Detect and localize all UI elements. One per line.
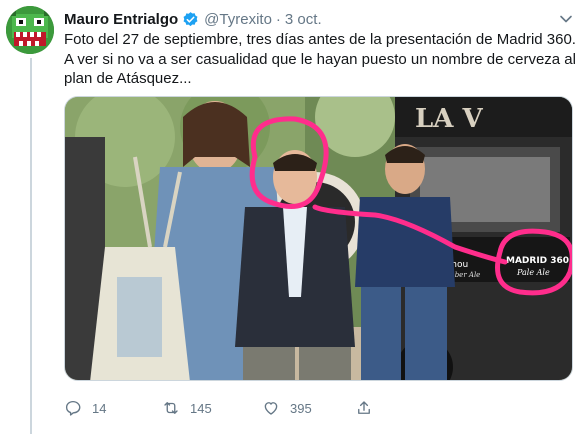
truck-label-text: MADRID 360 xyxy=(506,256,569,266)
truck-banner-text: LA V xyxy=(415,104,484,134)
share-button[interactable] xyxy=(355,399,373,417)
like-button[interactable]: 395 xyxy=(262,399,355,417)
photo-illustration: LA V Mahou Amber Ale MADRID 360 Pale Ale xyxy=(65,97,572,380)
share-icon xyxy=(358,401,370,414)
author-name[interactable]: Mauro Entrialgo xyxy=(64,11,178,28)
tweet-date[interactable]: 3 oct. xyxy=(285,11,322,28)
header-separator: · xyxy=(275,10,281,28)
retweet-icon xyxy=(164,402,178,414)
tweet-actions: 14 145 395 xyxy=(64,398,373,418)
tweet-text: Foto del 27 de septiembre, tres días ant… xyxy=(64,31,576,87)
retweet-button[interactable]: 145 xyxy=(162,399,262,417)
reply-button[interactable]: 14 xyxy=(64,399,162,417)
tweet-photo[interactable]: LA V Mahou Amber Ale MADRID 360 Pale Ale xyxy=(64,96,573,381)
chevron-down-icon[interactable] xyxy=(559,12,573,26)
heart-icon xyxy=(264,402,278,415)
truck-label-script: Pale Ale xyxy=(516,268,550,277)
reply-icon xyxy=(65,400,81,416)
reply-count: 14 xyxy=(92,400,107,416)
like-count: 395 xyxy=(290,400,312,416)
avatar-monster-icon xyxy=(6,6,54,54)
verified-badge-icon xyxy=(183,11,198,26)
tweet-header: Mauro Entrialgo @Tyrexito · 3 oct. xyxy=(64,9,322,29)
author-handle[interactable]: @Tyrexito xyxy=(204,11,272,28)
retweet-count: 145 xyxy=(190,400,212,416)
avatar[interactable] xyxy=(6,6,54,54)
tweet[interactable]: Mauro Entrialgo @Tyrexito · 3 oct. Foto … xyxy=(0,0,585,434)
thread-line xyxy=(30,58,32,434)
